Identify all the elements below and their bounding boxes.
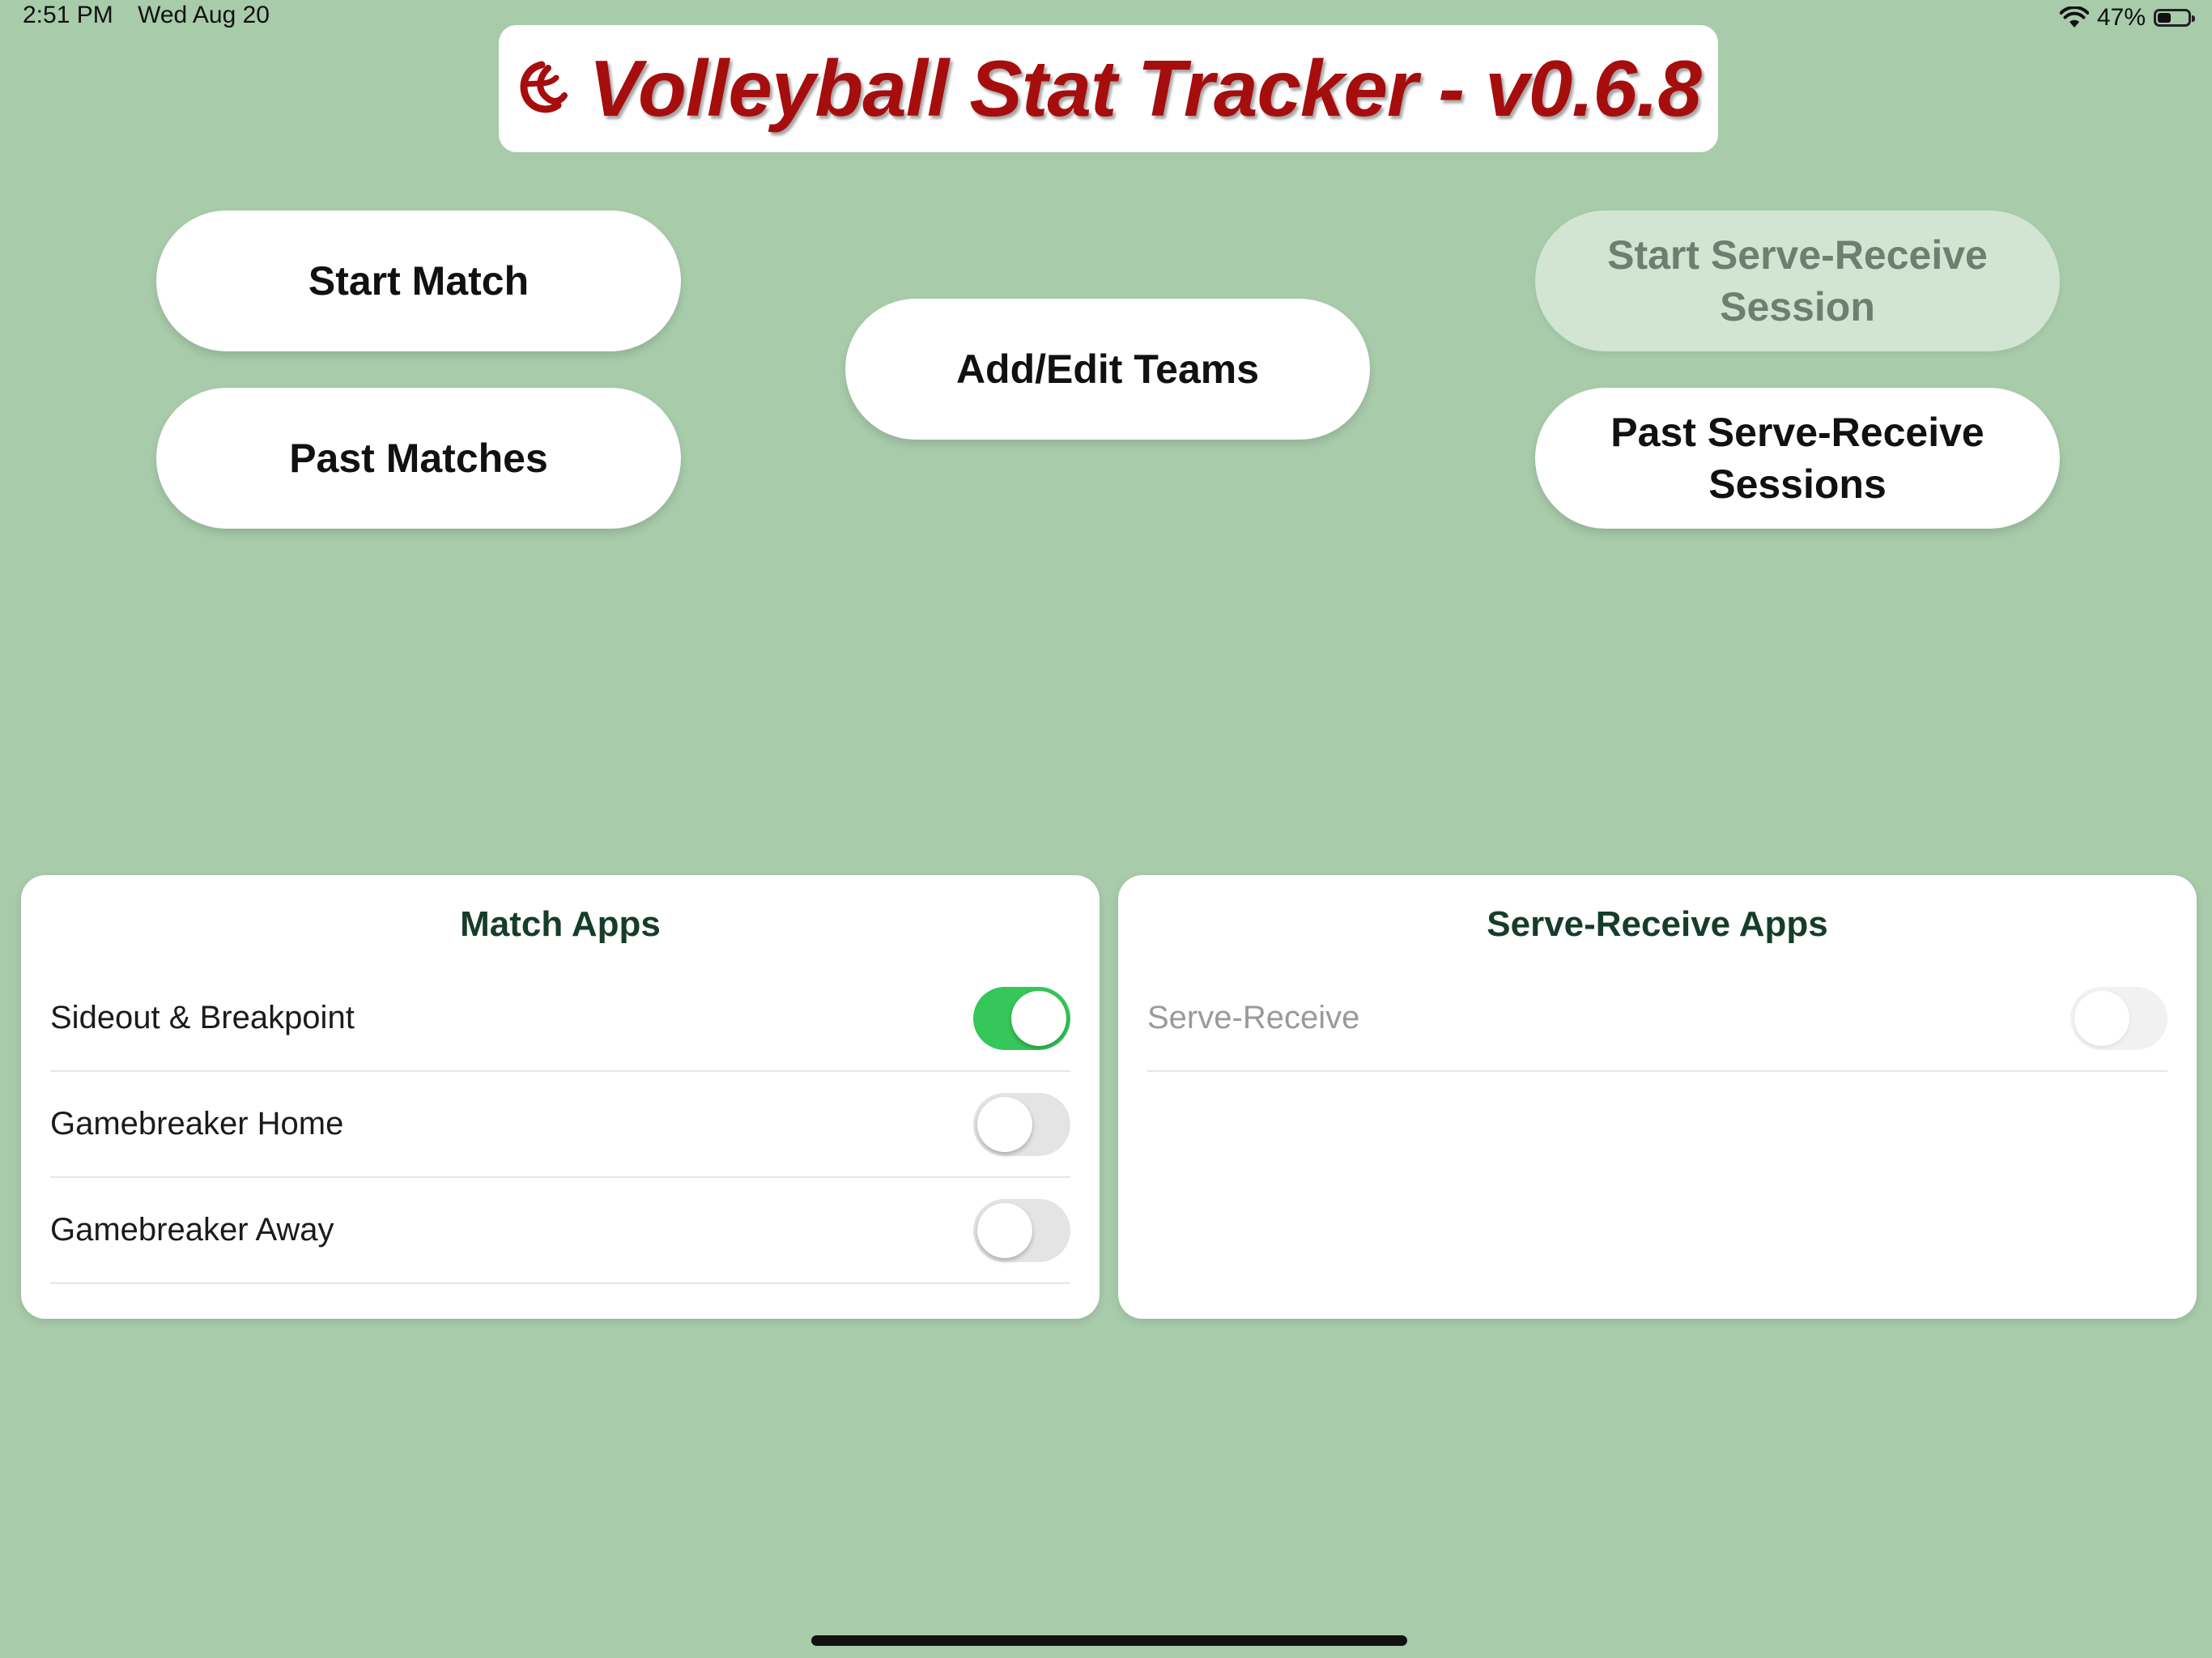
match-apps-title: Match Apps <box>460 904 661 944</box>
add-edit-teams-button[interactable]: Add/Edit Teams <box>845 299 1370 440</box>
status-date: Wed Aug 20 <box>138 2 270 28</box>
serve-receive-apps-panel: Serve-Receive Apps Serve-Receive <box>1118 875 2197 1319</box>
start-match-button[interactable]: Start Match <box>156 210 681 351</box>
page-title: Volleyball Stat Tracker - v0.6.8 <box>589 44 1701 133</box>
gamebreaker-away-label: Gamebreaker Away <box>50 1212 334 1248</box>
toggle-knob <box>977 1096 1032 1152</box>
past-serve-receive-sessions-button[interactable]: Past Serve-Receive Sessions <box>1535 388 2060 529</box>
battery-icon <box>2154 9 2195 27</box>
gamebreaker-home-toggle[interactable] <box>973 1092 1070 1156</box>
home-indicator[interactable] <box>811 1635 1407 1646</box>
gamebreaker-away-toggle[interactable] <box>973 1198 1070 1262</box>
start-serve-receive-session-button[interactable]: Start Serve-Receive Session <box>1535 210 2060 351</box>
sideout-breakpoint-label: Sideout & Breakpoint <box>50 1000 355 1035</box>
list-item-gamebreaker-away: Gamebreaker Away <box>50 1178 1070 1284</box>
serve-receive-toggle[interactable] <box>2070 986 2167 1050</box>
status-bar-right: 47% <box>2059 2 2195 34</box>
toggle-knob <box>1011 990 1066 1046</box>
list-item-sideout-breakpoint: Sideout & Breakpoint <box>50 966 1070 1072</box>
volleyball-icon <box>520 61 568 113</box>
battery-percent: 47% <box>2096 4 2146 31</box>
past-matches-button[interactable]: Past Matches <box>156 388 681 529</box>
battery-level <box>2158 13 2171 23</box>
list-item-gamebreaker-home: Gamebreaker Home <box>50 1072 1070 1178</box>
title-banner: Volleyball Stat Tracker - v0.6.8 <box>499 25 1718 152</box>
gamebreaker-home-label: Gamebreaker Home <box>50 1106 344 1141</box>
serve-receive-label: Serve-Receive <box>1147 1000 1360 1035</box>
status-bar-left: 2:51 PM Wed Aug 20 <box>23 2 287 29</box>
sideout-breakpoint-toggle[interactable] <box>973 986 1070 1050</box>
toggle-knob <box>977 1202 1032 1258</box>
serve-receive-apps-title: Serve-Receive Apps <box>1487 904 1828 944</box>
list-item-serve-receive: Serve-Receive <box>1147 966 2167 1072</box>
status-time: 2:51 PM <box>23 2 113 28</box>
wifi-icon <box>2059 6 2089 28</box>
toggle-knob <box>2074 990 2129 1046</box>
match-apps-panel: Match Apps Sideout & Breakpoint Gamebrea… <box>21 875 1100 1319</box>
